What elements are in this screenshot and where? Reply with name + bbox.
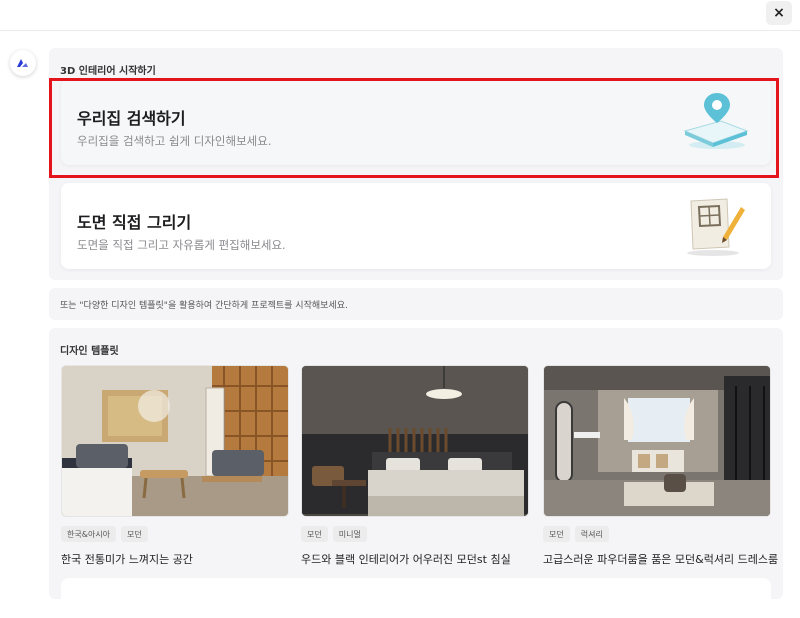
- search-home-card[interactable]: 우리집 검색하기 우리집을 검색하고 쉽게 디자인해보세요.: [61, 79, 771, 165]
- template-title: 한국 전통미가 느껴지는 공간: [61, 553, 193, 566]
- tag-list: 모던 럭셔리: [543, 526, 771, 542]
- template-image: [543, 365, 771, 517]
- template-title: 우드와 블랙 인테리어가 어우러진 모던st 침실: [301, 553, 511, 566]
- card-description: 우리집을 검색하고 쉽게 디자인해보세요.: [77, 134, 272, 148]
- template-image: [301, 365, 529, 517]
- templates-title: 디자인 템플릿: [60, 346, 119, 357]
- tag: 모던: [543, 526, 570, 542]
- close-icon: ×: [773, 5, 785, 21]
- start-panel: 3D 인테리어 시작하기 우리집 검색하기 우리집을 검색하고 쉽게 디자인해보…: [49, 48, 783, 280]
- close-button[interactable]: ×: [766, 1, 792, 25]
- template-image: [61, 365, 289, 517]
- tag-list: 한국&아시아 모던: [61, 526, 289, 542]
- card-title: 도면 직접 그리기: [77, 213, 192, 232]
- top-bar: ×: [0, 0, 800, 31]
- map-pin-icon: [673, 87, 753, 157]
- hint-panel: 또는 "다양한 디자인 템플릿"을 활용하여 간단하게 프로젝트를 시작해보세요…: [49, 288, 783, 320]
- tag: 모던: [301, 526, 328, 542]
- section-title: 3D 인테리어 시작하기: [60, 66, 156, 77]
- tag: 모던: [121, 526, 148, 542]
- template-card[interactable]: 모던 미니멀 우드와 블랙 인테리어가 어우러진 모던st 침실: [301, 365, 529, 567]
- template-card[interactable]: 한국&아시아 모던 한국 전통미가 느껴지는 공간: [61, 365, 289, 567]
- hint-text: 또는 "다양한 디자인 템플릿"을 활용하여 간단하게 프로젝트를 시작해보세요…: [60, 301, 348, 311]
- draw-floorplan-card[interactable]: 도면 직접 그리기 도면을 직접 그리고 자유롭게 편집해보세요.: [61, 183, 771, 269]
- tag: 미니멀: [332, 526, 367, 542]
- tag: 한국&아시아: [61, 526, 117, 542]
- template-title: 고급스러운 파우더룸을 품은 모던&럭셔리 드레스룸: [543, 553, 779, 566]
- templates-panel: 디자인 템플릿 한국&아시아 모던 한국 전통미가 느껴지는 공간 모던 미니멀…: [49, 328, 783, 618]
- template-list: 한국&아시아 모던 한국 전통미가 느껴지는 공간 모던 미니멀 우드와 블랙 …: [61, 365, 779, 567]
- card-title: 우리집 검색하기: [77, 109, 186, 128]
- floorplan-pencil-icon: [673, 191, 753, 261]
- more-card: [61, 578, 771, 618]
- card-description: 도면을 직접 그리고 자유롭게 편집해보세요.: [77, 238, 286, 252]
- template-card[interactable]: 모던 럭셔리 고급스러운 파우더룸을 품은 모던&럭셔리 드레스룸: [543, 365, 779, 567]
- tag: 럭셔리: [574, 526, 609, 542]
- tag-list: 모던 미니멀: [301, 526, 529, 542]
- logo-icon: [10, 50, 36, 76]
